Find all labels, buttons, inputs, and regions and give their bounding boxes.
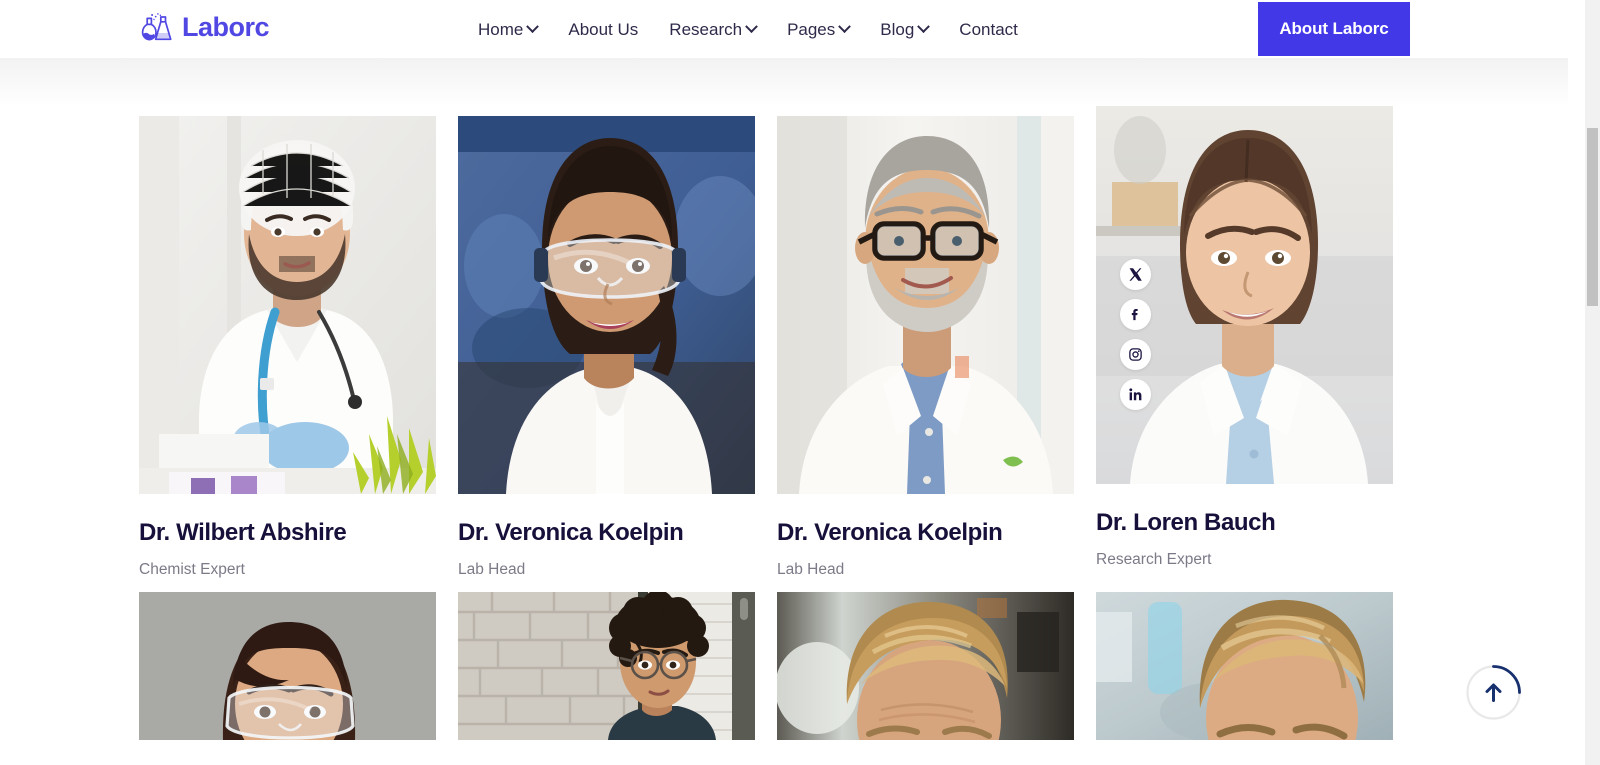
facebook-icon: [1131, 309, 1138, 321]
browser-viewport: Laborc Home About Us Research Pages Blog…: [0, 0, 1600, 765]
nav-item-about-us[interactable]: About Us: [568, 21, 638, 38]
about-laborc-button[interactable]: About Laborc: [1258, 2, 1410, 56]
member-photo: [1096, 592, 1393, 741]
linkedin-icon: [1129, 388, 1142, 401]
team-card[interactable]: Dr. Wilbert Abshire Chemist Expert: [139, 116, 436, 578]
member-name: Dr. Veronica Koelpin: [777, 519, 1003, 546]
team-row-1: Dr. Wilbert Abshire Chemist Expert Dr. V…: [139, 106, 1393, 578]
member-photo: [458, 116, 755, 494]
photo-blonde-man-lab-bg: [1096, 592, 1393, 741]
nav-label: Home: [478, 19, 524, 39]
nav-item-pages[interactable]: Pages: [787, 19, 852, 39]
member-name: Dr. Wilbert Abshire: [139, 519, 347, 546]
nav-item-home[interactable]: Home: [478, 19, 540, 39]
scrollbar-thumb[interactable]: [1587, 128, 1598, 306]
nav-label: About Us: [568, 19, 639, 39]
team-card[interactable]: [458, 592, 755, 741]
social-link-instagram[interactable]: [1120, 339, 1151, 370]
member-role: Chemist Expert: [139, 561, 245, 579]
photo-blonde-man-indoor: [777, 592, 1074, 741]
member-role: Lab Head: [777, 561, 845, 579]
x-twitter-icon: [1129, 268, 1142, 281]
photo-male-scientist-hairnet: [139, 116, 436, 494]
member-role: Research Expert: [1096, 551, 1212, 569]
member-role: Lab Head: [458, 561, 526, 579]
nav-item-contact[interactable]: Contact: [959, 21, 1018, 38]
social-link-facebook[interactable]: [1120, 299, 1151, 330]
member-photo: [139, 116, 436, 494]
member-photo: [139, 592, 436, 741]
member-photo: [1096, 106, 1393, 484]
chevron-down-icon: [917, 19, 931, 33]
page-content: Laborc Home About Us Research Pages Blog…: [0, 0, 1568, 765]
photo-male-curly-hair-brick: [458, 592, 755, 741]
team-card[interactable]: Dr. Veronica Koelpin Lab Head: [458, 116, 755, 578]
team-card-hovered[interactable]: Dr. Loren Bauch Research Expert: [1096, 106, 1393, 578]
social-link-linkedin[interactable]: [1120, 379, 1151, 410]
instagram-icon: [1129, 348, 1142, 361]
photo-female-scientist-goggles: [458, 116, 755, 494]
nav-label: Research: [669, 19, 743, 39]
team-grid: Dr. Wilbert Abshire Chemist Expert Dr. V…: [139, 106, 1393, 754]
vertical-scrollbar[interactable]: [1585, 0, 1600, 765]
lab-flask-icon: [141, 13, 172, 41]
team-card[interactable]: [139, 592, 436, 741]
team-card[interactable]: Dr. Veronica Koelpin Lab Head: [777, 116, 1074, 578]
social-links: [1120, 259, 1151, 410]
nav-item-blog[interactable]: Blog: [880, 19, 931, 39]
scroll-to-top-button[interactable]: [1466, 665, 1521, 720]
member-photo: [777, 592, 1074, 741]
nav-label: Contact: [959, 19, 1018, 39]
member-photo: [777, 116, 1074, 494]
team-row-2: [139, 592, 1393, 741]
chevron-down-icon: [526, 19, 540, 33]
site-logo[interactable]: Laborc: [139, 10, 270, 48]
nav-label: Blog: [880, 19, 915, 39]
header-shadow: [0, 58, 1568, 106]
photo-senior-doctor-glasses: [777, 116, 1074, 494]
logo-text: Laborc: [182, 12, 270, 42]
team-card[interactable]: [1096, 592, 1393, 741]
nav-item-research[interactable]: Research: [669, 19, 758, 39]
member-name: Dr. Veronica Koelpin: [458, 519, 684, 546]
social-link-x[interactable]: [1120, 259, 1151, 290]
chevron-down-icon: [745, 19, 758, 33]
main-navigation: Home About Us Research Pages Blog Contac…: [478, 0, 1018, 58]
member-name: Dr. Loren Bauch: [1096, 509, 1276, 536]
member-photo: [458, 592, 755, 741]
chevron-down-icon: [838, 19, 852, 33]
nav-label: Pages: [787, 19, 836, 39]
team-card[interactable]: [777, 592, 1074, 741]
site-header: Laborc Home About Us Research Pages Blog…: [0, 0, 1568, 58]
photo-female-goggles-gray-bg: [139, 592, 436, 741]
